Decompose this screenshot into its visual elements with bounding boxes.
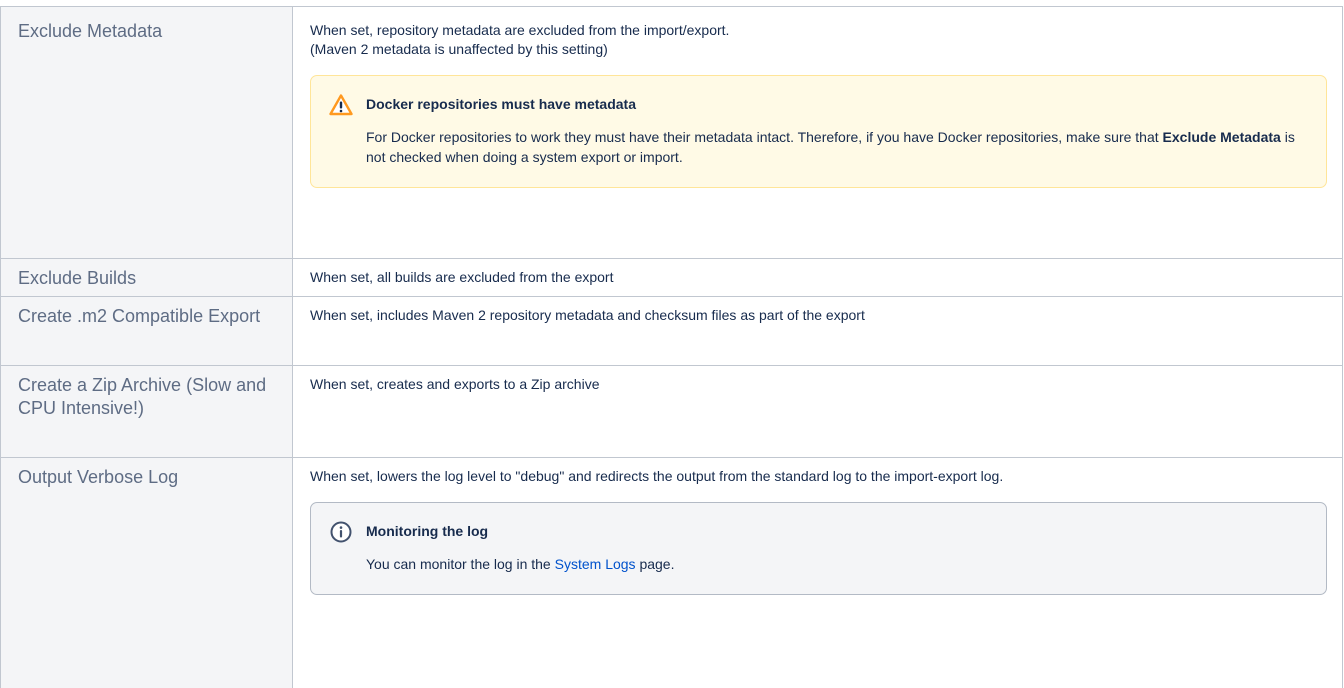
setting-description-note: (Maven 2 metadata is unaffected by this … xyxy=(310,41,608,57)
panel-body: For Docker repositories to work they mus… xyxy=(366,129,1295,165)
panel-body: You can monitor the log in the System Lo… xyxy=(366,556,675,572)
setting-name: Exclude Metadata xyxy=(18,21,163,41)
setting-description-cell: When set, lowers the log level to "debug… xyxy=(292,457,1343,688)
setting-description: When set, creates and exports to a Zip a… xyxy=(310,376,600,392)
setting-description: When set, includes Maven 2 repository me… xyxy=(310,307,865,323)
setting-description-cell: When set, repository metadata are exclud… xyxy=(292,6,1343,259)
info-panel: Monitoring the log You can monitor the l… xyxy=(310,502,1327,595)
setting-name-cell: Create a Zip Archive (Slow and CPU Inten… xyxy=(0,365,293,458)
setting-description: When set, lowers the log level to "debug… xyxy=(310,468,1004,484)
panel-title: Docker repositories must have metadata xyxy=(366,96,636,112)
table-row: Create a Zip Archive (Slow and CPU Inten… xyxy=(0,365,1343,458)
setting-name: Exclude Builds xyxy=(18,268,137,288)
setting-name: Output Verbose Log xyxy=(18,467,179,487)
info-icon xyxy=(330,521,352,543)
setting-description-cell: When set, all builds are excluded from t… xyxy=(292,258,1343,297)
panel-text: You can monitor the log in the xyxy=(366,556,555,572)
panel-text-end: page. xyxy=(635,556,675,572)
setting-name-cell: Exclude Builds xyxy=(0,258,293,297)
system-logs-link[interactable]: System Logs xyxy=(555,556,636,572)
setting-name-cell: Output Verbose Log xyxy=(0,457,293,688)
setting-description: When set, all builds are excluded from t… xyxy=(310,269,614,285)
table-row: Create .m2 Compatible Export When set, i… xyxy=(0,296,1343,366)
setting-description-cell: When set, creates and exports to a Zip a… xyxy=(292,365,1343,458)
warning-icon xyxy=(329,94,353,116)
warning-panel: Docker repositories must have metadata F… xyxy=(310,75,1327,188)
setting-description-cell: When set, includes Maven 2 repository me… xyxy=(292,296,1343,366)
setting-description: When set, repository metadata are exclud… xyxy=(310,22,730,38)
settings-table: Exclude Metadata When set, repository me… xyxy=(0,6,1343,688)
panel-title: Monitoring the log xyxy=(366,523,489,539)
setting-name: Create .m2 Compatible Export xyxy=(18,306,261,326)
table-row: Output Verbose Log When set, lowers the … xyxy=(0,457,1343,688)
setting-name-cell: Exclude Metadata xyxy=(0,6,293,259)
table-row: Exclude Builds When set, all builds are … xyxy=(0,258,1343,297)
panel-text: For Docker repositories to work they mus… xyxy=(366,129,1163,145)
setting-name-cell: Create .m2 Compatible Export xyxy=(0,296,293,366)
panel-emphasis: Exclude Metadata xyxy=(1162,129,1281,145)
setting-name: Create a Zip Archive (Slow and CPU Inten… xyxy=(18,375,267,418)
table-row: Exclude Metadata When set, repository me… xyxy=(0,6,1343,259)
